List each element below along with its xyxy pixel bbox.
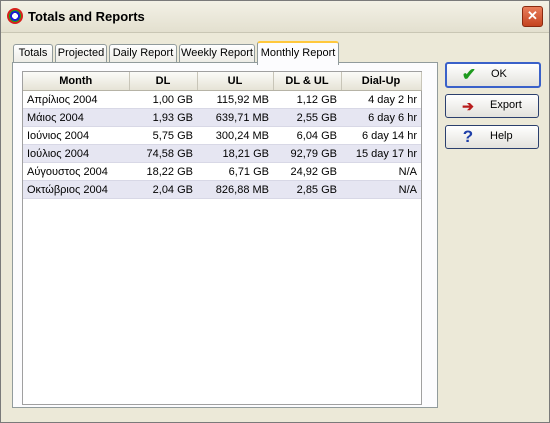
cell-month: Αύγουστος 2004 xyxy=(23,162,129,181)
monthly-report-grid[interactable]: Month DL UL DL & UL Dial-Up Απρίλιος 200… xyxy=(22,71,422,405)
tab-projected[interactable]: Projected xyxy=(55,44,107,63)
table-row[interactable]: Απρίλιος 2004 1,00 GB 115,92 MB 1,12 GB … xyxy=(23,90,421,109)
export-button-label: Export xyxy=(490,99,522,111)
column-header-ul[interactable]: UL xyxy=(197,72,274,91)
cell-dl: 18,22 GB xyxy=(129,162,197,181)
cell-dialup: N/A xyxy=(341,162,421,181)
cell-dialup: 15 day 17 hr xyxy=(341,144,421,163)
ok-button[interactable]: ✔ OK xyxy=(445,62,541,88)
cell-dl-ul: 92,79 GB xyxy=(273,144,341,163)
cell-dl-ul: 1,12 GB xyxy=(273,90,341,109)
cell-dl: 1,00 GB xyxy=(129,90,197,109)
cell-month: Μάιος 2004 xyxy=(23,108,129,127)
cell-dl-ul: 24,92 GB xyxy=(273,162,341,181)
tab-daily-report[interactable]: Daily Report xyxy=(109,44,177,63)
cell-dl: 2,04 GB xyxy=(129,180,197,199)
cell-ul: 18,21 GB xyxy=(197,144,273,163)
table-row[interactable]: Ιούλιος 2004 74,58 GB 18,21 GB 92,79 GB … xyxy=(23,144,421,163)
help-button-label: Help xyxy=(490,130,513,142)
export-icon: ➔ xyxy=(462,98,474,114)
cell-month: Απρίλιος 2004 xyxy=(23,90,129,109)
cell-dl-ul: 6,04 GB xyxy=(273,126,341,145)
checkmark-icon: ✔ xyxy=(461,65,477,84)
cell-dialup: 4 day 2 hr xyxy=(341,90,421,109)
cell-dl-ul: 2,85 GB xyxy=(273,180,341,199)
cell-ul: 115,92 MB xyxy=(197,90,273,109)
table-row[interactable]: Οκτώβριος 2004 2,04 GB 826,88 MB 2,85 GB… xyxy=(23,180,421,199)
totals-reports-window: Totals and Reports ✕ Totals Projected Da… xyxy=(0,0,550,423)
ok-button-label: OK xyxy=(491,68,507,80)
cell-month: Ιούλιος 2004 xyxy=(23,144,129,163)
close-button[interactable]: ✕ xyxy=(522,6,543,27)
cell-dl: 1,93 GB xyxy=(129,108,197,127)
table-row[interactable]: Μάιος 2004 1,93 GB 639,71 MB 2,55 GB 6 d… xyxy=(23,108,421,127)
help-icon: ? xyxy=(462,127,474,146)
cell-dialup: 6 day 6 hr xyxy=(341,108,421,127)
cell-dl-ul: 2,55 GB xyxy=(273,108,341,127)
tab-monthly-report[interactable]: Monthly Report xyxy=(257,41,339,65)
cell-dialup: 6 day 14 hr xyxy=(341,126,421,145)
title-bar: Totals and Reports ✕ xyxy=(1,1,549,33)
column-header-dialup[interactable]: Dial-Up xyxy=(341,72,422,91)
column-header-month[interactable]: Month xyxy=(23,72,130,91)
cell-ul: 6,71 GB xyxy=(197,162,273,181)
cell-dl: 5,75 GB xyxy=(129,126,197,145)
help-button[interactable]: ? Help xyxy=(445,125,539,149)
table-row[interactable]: Αύγουστος 2004 18,22 GB 6,71 GB 24,92 GB… xyxy=(23,162,421,181)
monthly-report-panel: Month DL UL DL & UL Dial-Up Απρίλιος 200… xyxy=(12,62,438,408)
table-row[interactable]: Ιούνιος 2004 5,75 GB 300,24 MB 6,04 GB 6… xyxy=(23,126,421,145)
cell-ul: 826,88 MB xyxy=(197,180,273,199)
table-header-row: Month DL UL DL & UL Dial-Up xyxy=(23,72,422,91)
tab-weekly-report[interactable]: Weekly Report xyxy=(179,44,255,63)
tab-totals[interactable]: Totals xyxy=(13,44,53,63)
cell-ul: 300,24 MB xyxy=(197,126,273,145)
monthly-report-table: Month DL UL DL & UL Dial-Up Απρίλιος 200… xyxy=(23,72,422,199)
cell-dl: 74,58 GB xyxy=(129,144,197,163)
cell-dialup: N/A xyxy=(341,180,421,199)
cell-month: Ιούνιος 2004 xyxy=(23,126,129,145)
cell-ul: 639,71 MB xyxy=(197,108,273,127)
window-title: Totals and Reports xyxy=(28,9,145,24)
cell-month: Οκτώβριος 2004 xyxy=(23,180,129,199)
column-header-dl-ul[interactable]: DL & UL xyxy=(273,72,342,91)
app-icon xyxy=(7,8,23,24)
column-header-dl[interactable]: DL xyxy=(129,72,198,91)
export-button[interactable]: ➔ Export xyxy=(445,94,539,118)
